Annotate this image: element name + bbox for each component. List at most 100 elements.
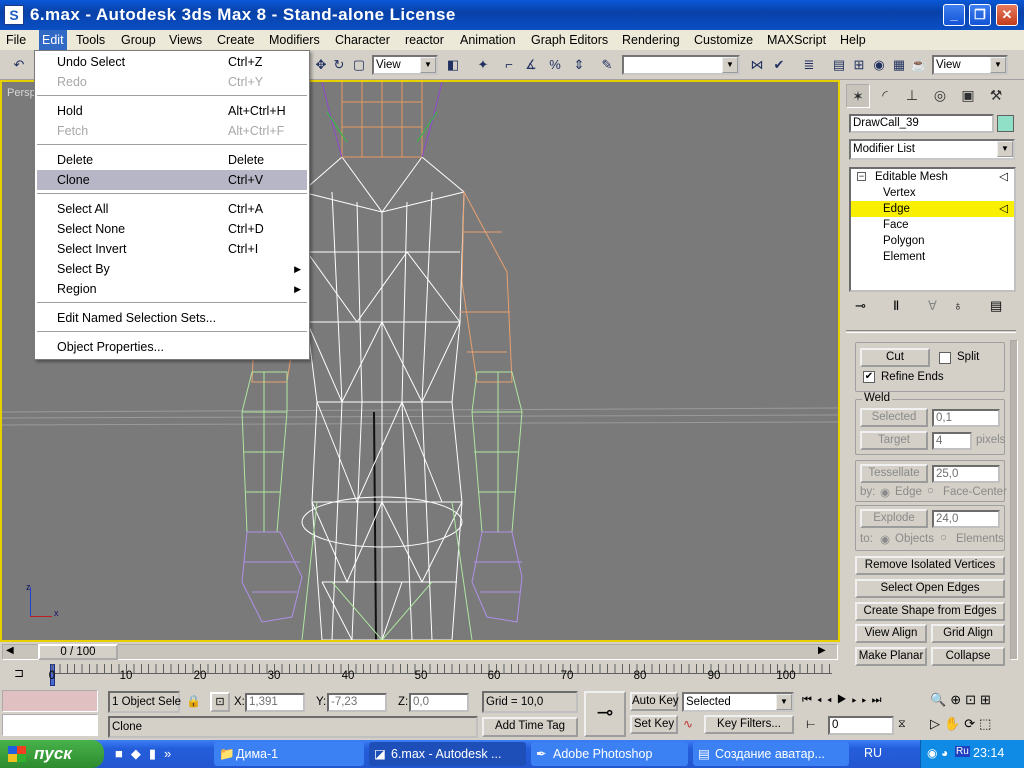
zoom-all-icon[interactable]: ⊕: [950, 692, 965, 707]
prev-frame-icon[interactable]: ◀: [6, 645, 14, 656]
menu-item-select-by[interactable]: Select By ▶: [37, 259, 307, 279]
menu-help[interactable]: Help: [840, 33, 866, 47]
modify-tab-icon[interactable]: ◜: [873, 84, 897, 108]
align-icon[interactable]: ✔: [770, 56, 788, 74]
snap-icon[interactable]: ⌐: [500, 56, 518, 74]
radio-elements-icon[interactable]: ○: [940, 532, 947, 544]
percent-snap-icon[interactable]: %: [546, 56, 564, 74]
menu-modifiers[interactable]: Modifiers: [269, 33, 320, 47]
menu-item-fetch[interactable]: Fetch Alt+Ctrl+F: [37, 121, 307, 141]
remove-isolated-vertices-button[interactable]: Remove Isolated Vertices: [855, 556, 1005, 575]
task-photoshop[interactable]: ✒ Adobe Photoshop: [531, 742, 688, 766]
make-unique-icon[interactable]: ∀: [928, 298, 937, 314]
quick-launch-app-icon[interactable]: ■: [115, 746, 131, 761]
playback-controls[interactable]: ⏮◂◂▶▸▸⏭: [802, 694, 887, 707]
menu-item-clone[interactable]: Clone Ctrl+V: [37, 170, 307, 190]
next-key-icon[interactable]: ▸▸: [852, 694, 872, 706]
menu-animation[interactable]: Animation: [460, 33, 516, 47]
scale-icon[interactable]: ▢: [350, 56, 368, 74]
view-align-button[interactable]: View Align: [855, 624, 927, 643]
select-manipulate-icon[interactable]: ✦: [474, 56, 492, 74]
collapse-button[interactable]: Collapse: [931, 647, 1005, 666]
named-selection-combo[interactable]: ▼: [622, 55, 740, 75]
menu-item-delete[interactable]: Delete Delete: [37, 150, 307, 170]
menu-maxscript[interactable]: MAXScript: [767, 33, 826, 47]
pan-icon[interactable]: ✋: [944, 716, 964, 731]
go-to-start-icon[interactable]: ⏮: [802, 694, 817, 706]
lock-icon[interactable]: 🔒: [186, 694, 201, 708]
stack-item-polygon[interactable]: Polygon: [851, 233, 1014, 249]
task-3dsmax[interactable]: ◪ 6.max - Autodesk ...: [369, 742, 526, 766]
menu-item-select-none[interactable]: Select None Ctrl+D: [37, 219, 307, 239]
menu-item-select-invert[interactable]: Select Invert Ctrl+I: [37, 239, 307, 259]
go-to-end-icon[interactable]: ⏭: [872, 694, 887, 706]
z-coordinate-field[interactable]: 0,0: [409, 693, 469, 712]
create-tab-icon[interactable]: ✶: [846, 84, 870, 108]
menu-file[interactable]: File: [6, 33, 26, 47]
maxscript-listener-mini[interactable]: [2, 690, 98, 712]
collapse-icon[interactable]: −: [857, 172, 866, 181]
time-slider-track[interactable]: [2, 644, 838, 660]
configure-sets-icon[interactable]: ▤: [990, 298, 1002, 314]
menu-item-hold[interactable]: Hold Alt+Ctrl+H: [37, 101, 307, 121]
menu-rendering[interactable]: Rendering: [622, 33, 680, 47]
auto-key-button[interactable]: Auto Key: [630, 692, 679, 711]
menu-reactor[interactable]: reactor: [405, 33, 444, 47]
minimize-button[interactable]: _: [943, 4, 965, 26]
radio-face-center-icon[interactable]: ○: [927, 485, 934, 497]
set-key-button[interactable]: Set Key: [630, 715, 678, 734]
key-filters-button[interactable]: Key Filters...: [704, 715, 794, 734]
mirror-icon[interactable]: ⋈: [748, 56, 766, 74]
object-name-field[interactable]: DrawCall_39: [849, 114, 994, 133]
mini-curve-editor-icon[interactable]: ⊐: [14, 666, 24, 680]
quick-launch-app-icon[interactable]: ◆: [131, 746, 149, 761]
x-coordinate-field[interactable]: 1,391: [245, 693, 305, 712]
spinner-snap-icon[interactable]: ⇕: [570, 56, 588, 74]
close-button[interactable]: ✕: [996, 4, 1018, 26]
maximize-viewport-icon[interactable]: ⬚: [979, 716, 995, 731]
quick-launch-app-icon[interactable]: ▮: [149, 746, 164, 761]
clock[interactable]: 23:14: [973, 746, 1004, 760]
quick-render-icon[interactable]: ☕: [910, 56, 928, 74]
menu-edit[interactable]: Edit: [39, 30, 67, 50]
menu-graph-editors[interactable]: Graph Editors: [531, 33, 608, 47]
menu-item-redo[interactable]: Redo Ctrl+Y: [37, 72, 307, 92]
weld-pixels-spinner[interactable]: 4: [932, 432, 972, 450]
stack-item-element[interactable]: Element: [851, 249, 1014, 265]
motion-tab-icon[interactable]: ◎: [928, 84, 952, 108]
split-checkbox[interactable]: [939, 352, 951, 364]
orbit-icon[interactable]: ⟳: [964, 716, 979, 731]
grid-align-button[interactable]: Grid Align: [931, 624, 1005, 643]
menu-item-select-all[interactable]: Select All Ctrl+A: [37, 199, 307, 219]
utilities-tab-icon[interactable]: ⚒: [984, 84, 1008, 108]
modifier-stack[interactable]: − Editable Mesh ◁ Vertex Edge ◁ Face Polygo…: [849, 167, 1016, 292]
fov-icon[interactable]: ▷: [930, 716, 944, 731]
menu-group[interactable]: Group: [121, 33, 156, 47]
remove-modifier-icon[interactable]: ♁: [953, 298, 963, 313]
current-frame-field[interactable]: 0: [828, 716, 894, 735]
pivot-icon[interactable]: ◧: [444, 56, 462, 74]
tessellate-button[interactable]: Tessellate: [860, 464, 928, 483]
time-config-icon[interactable]: ⧖: [898, 718, 906, 731]
select-open-edges-button[interactable]: Select Open Edges: [855, 579, 1005, 598]
previous-key-icon[interactable]: ◂◂: [817, 694, 837, 706]
tessellate-spinner[interactable]: 25,0: [932, 465, 1000, 483]
menu-create[interactable]: Create: [217, 33, 255, 47]
make-planar-button[interactable]: Make Planar: [855, 647, 927, 666]
stack-item-edge[interactable]: Edge ◁: [851, 201, 1014, 217]
hierarchy-tab-icon[interactable]: ⊥: [900, 84, 924, 108]
set-key-icon[interactable]: ⊸: [584, 691, 626, 737]
zoom-icon[interactable]: 🔍: [930, 692, 950, 707]
rotate-icon[interactable]: ↻: [330, 56, 348, 74]
menu-tools[interactable]: Tools: [76, 33, 105, 47]
render-scene-icon[interactable]: ▦: [890, 56, 908, 74]
menu-item-region[interactable]: Region ▶: [37, 279, 307, 299]
explode-spinner[interactable]: 24,0: [932, 510, 1000, 528]
menu-customize[interactable]: Customize: [694, 33, 753, 47]
maxscript-input-mini[interactable]: [2, 714, 98, 736]
next-frame-icon[interactable]: ▶: [818, 645, 826, 656]
reference-coord-combo[interactable]: View ▼: [372, 55, 438, 75]
layer-manager-icon[interactable]: ≣: [800, 56, 818, 74]
panel-scrollbar[interactable]: [1010, 340, 1018, 660]
y-coordinate-field[interactable]: -7,23: [327, 693, 387, 712]
